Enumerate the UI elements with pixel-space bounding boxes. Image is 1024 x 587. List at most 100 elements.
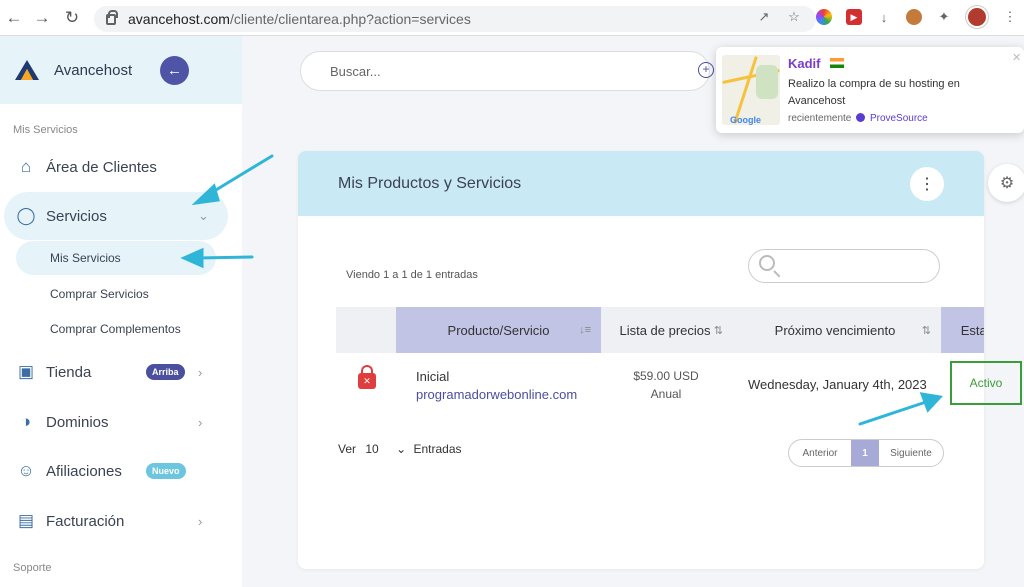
services-card: Mis Productos y Servicios ⋮ Viendo 1 a 1… <box>298 151 984 569</box>
puzzle-icon[interactable]: ✦ <box>936 9 952 25</box>
sidebar-item-label: Facturación <box>46 512 125 530</box>
pagination: Anterior 1 Siguiente <box>788 439 944 467</box>
column-label: Lista de precios <box>619 322 711 338</box>
sidebar-item-domains[interactable]: ◑ Dominios › <box>0 402 242 442</box>
column-label: Estado <box>960 322 984 338</box>
chevron-right-icon: › <box>198 513 203 529</box>
locked-service-icon: ✕ <box>358 365 376 389</box>
chevron-down-icon[interactable]: ⌄ <box>396 442 406 456</box>
notification-name: Kadif <box>788 56 821 71</box>
notification-footer: recientemente ProveSource <box>788 113 928 124</box>
back-icon[interactable]: ← <box>0 4 28 32</box>
column-label: Producto/Servicio <box>447 322 550 338</box>
entries-info: Viendo 1 a 1 de 1 entradas <box>346 269 478 281</box>
browser-toolbar: ← → ↻ avancehost.com/cliente/clientarea.… <box>0 0 1024 36</box>
price-amount: $59.00 USD <box>633 369 699 383</box>
column-icon <box>336 307 396 353</box>
sidebar: Avancehost ← Mis Servicios ⌂ Área de Cli… <box>0 36 242 587</box>
due-date: Wednesday, January 4th, 2023 <box>748 377 927 392</box>
search-input[interactable]: Buscar... <box>300 51 710 91</box>
column-product[interactable]: Producto/Servicio ↓≡ <box>396 307 601 353</box>
column-due-date[interactable]: Próximo vencimiento ⇅ <box>729 307 941 353</box>
status-badge-active: Activo <box>950 361 1022 405</box>
table-header: Producto/Servicio ↓≡ Lista de precios ⇅ … <box>336 307 984 353</box>
section-label-services: Mis Servicios <box>13 124 78 136</box>
per-page-control[interactable]: Ver 10 ⌄ Entradas <box>338 442 462 456</box>
map-label: Google <box>730 115 761 125</box>
sidebar-item-label: Servicios <box>46 207 107 225</box>
product-domain-link[interactable]: programadorwebonline.com <box>416 387 577 402</box>
per-page-label: Ver <box>338 442 357 456</box>
notification-time: recientemente <box>788 113 852 124</box>
address-bar[interactable]: avancehost.com/cliente/clientarea.php?ac… <box>94 6 816 32</box>
per-page-value[interactable]: 10 <box>365 442 378 456</box>
pager-next-button[interactable]: Siguiente <box>879 440 943 466</box>
status-badge: Nuevo <box>146 463 186 479</box>
add-circle-icon[interactable]: + <box>698 62 714 78</box>
india-flag-icon <box>830 58 844 68</box>
globe-icon: ◑ <box>20 412 32 431</box>
profile-avatar[interactable] <box>966 6 988 28</box>
settings-gear-button[interactable]: ⚙ <box>988 164 1024 202</box>
card-header: Mis Productos y Servicios ⋮ <box>298 151 984 216</box>
sidebar-item-label: Tienda <box>46 363 92 381</box>
purchase-notification[interactable]: Google Kadif Realizo la compra de su hos… <box>716 47 1024 133</box>
sidebar-item-client-area[interactable]: ⌂ Área de Clientes <box>0 147 242 187</box>
reload-icon[interactable]: ↻ <box>58 4 86 32</box>
sidebar-subitem-my-services[interactable]: Mis Servicios <box>16 241 216 275</box>
star-icon[interactable]: ☆ <box>786 9 802 25</box>
sort-icon: ⇅ <box>921 324 931 337</box>
status-badge: Arriba <box>146 364 185 380</box>
sidebar-item-label: Área de Clientes <box>46 158 157 176</box>
sidebar-item-services[interactable]: ◯ Servicios ⌄ <box>4 192 228 240</box>
table-search-input[interactable] <box>748 249 940 283</box>
avancehost-logo-icon <box>15 60 39 80</box>
column-label: Próximo vencimiento <box>774 322 896 338</box>
column-price[interactable]: Lista de precios ⇅ <box>601 307 729 353</box>
sidebar-item-store[interactable]: ▣ Tienda Arriba › <box>0 352 242 392</box>
verified-icon <box>856 113 866 122</box>
search-icon <box>759 255 775 271</box>
kebab-icon: ⋮ <box>919 176 935 193</box>
collapse-sidebar-button[interactable]: ← <box>160 56 189 85</box>
chevron-right-icon: › <box>198 364 203 380</box>
menu-dots-icon[interactable]: ⋮ <box>1002 9 1018 25</box>
cookie-extension-icon[interactable] <box>906 9 922 25</box>
sort-icon: ↓≡ <box>579 324 591 336</box>
forward-icon[interactable]: → <box>28 4 56 32</box>
notification-source[interactable]: ProveSource <box>870 113 928 124</box>
sidebar-item-billing[interactable]: ▤ Facturación › <box>0 501 242 541</box>
sidebar-item-affiliates[interactable]: ☺ Afiliaciones Nuevo <box>0 451 242 491</box>
sidebar-subitem-buy-services[interactable]: Comprar Servicios <box>16 277 216 311</box>
gear-icon: ⚙ <box>999 175 1015 192</box>
billing-cycle: Anual <box>650 387 682 401</box>
chevron-down-icon: ⌄ <box>198 208 209 223</box>
user-icon: ◯ <box>16 206 36 225</box>
share-icon[interactable]: ↗ <box>756 9 772 25</box>
sidebar-item-label: Dominios <box>46 413 109 431</box>
lock-icon <box>106 9 118 25</box>
card-menu-button[interactable]: ⋮ <box>910 167 944 201</box>
close-icon[interactable]: ✕ <box>1012 51 1021 64</box>
brand-header: Avancehost ← <box>0 36 242 104</box>
chevron-right-icon: › <box>198 414 203 430</box>
download-extension-icon[interactable]: ↓ <box>876 9 892 25</box>
pager-prev-button[interactable]: Anterior <box>789 440 851 466</box>
extension-bar: ↗ ☆ ▶ ↓ ✦ ⋮ <box>756 6 1018 28</box>
arrow-left-icon: ← <box>167 62 182 79</box>
per-page-suffix: Entradas <box>413 442 462 456</box>
product-name: Inicial <box>416 369 450 384</box>
credit-card-icon: ▤ <box>17 511 35 530</box>
column-status[interactable]: Estado ↓≡ <box>941 307 984 353</box>
sidebar-subitem-buy-addons[interactable]: Comprar Complementos <box>16 312 216 346</box>
sidebar-item-label: Afiliaciones <box>46 462 122 480</box>
card-title: Mis Productos y Servicios <box>338 174 522 192</box>
sort-icon: ⇅ <box>713 324 723 337</box>
color-extension-icon[interactable] <box>816 9 832 25</box>
notification-message: Realizo la compra de su hosting en Avanc… <box>788 78 960 107</box>
brand-name[interactable]: Avancehost <box>54 62 132 79</box>
pager-current-page[interactable]: 1 <box>851 440 879 466</box>
users-icon: ☺ <box>17 461 35 480</box>
video-extension-icon[interactable]: ▶ <box>846 9 862 25</box>
map-thumbnail: Google <box>722 55 780 125</box>
